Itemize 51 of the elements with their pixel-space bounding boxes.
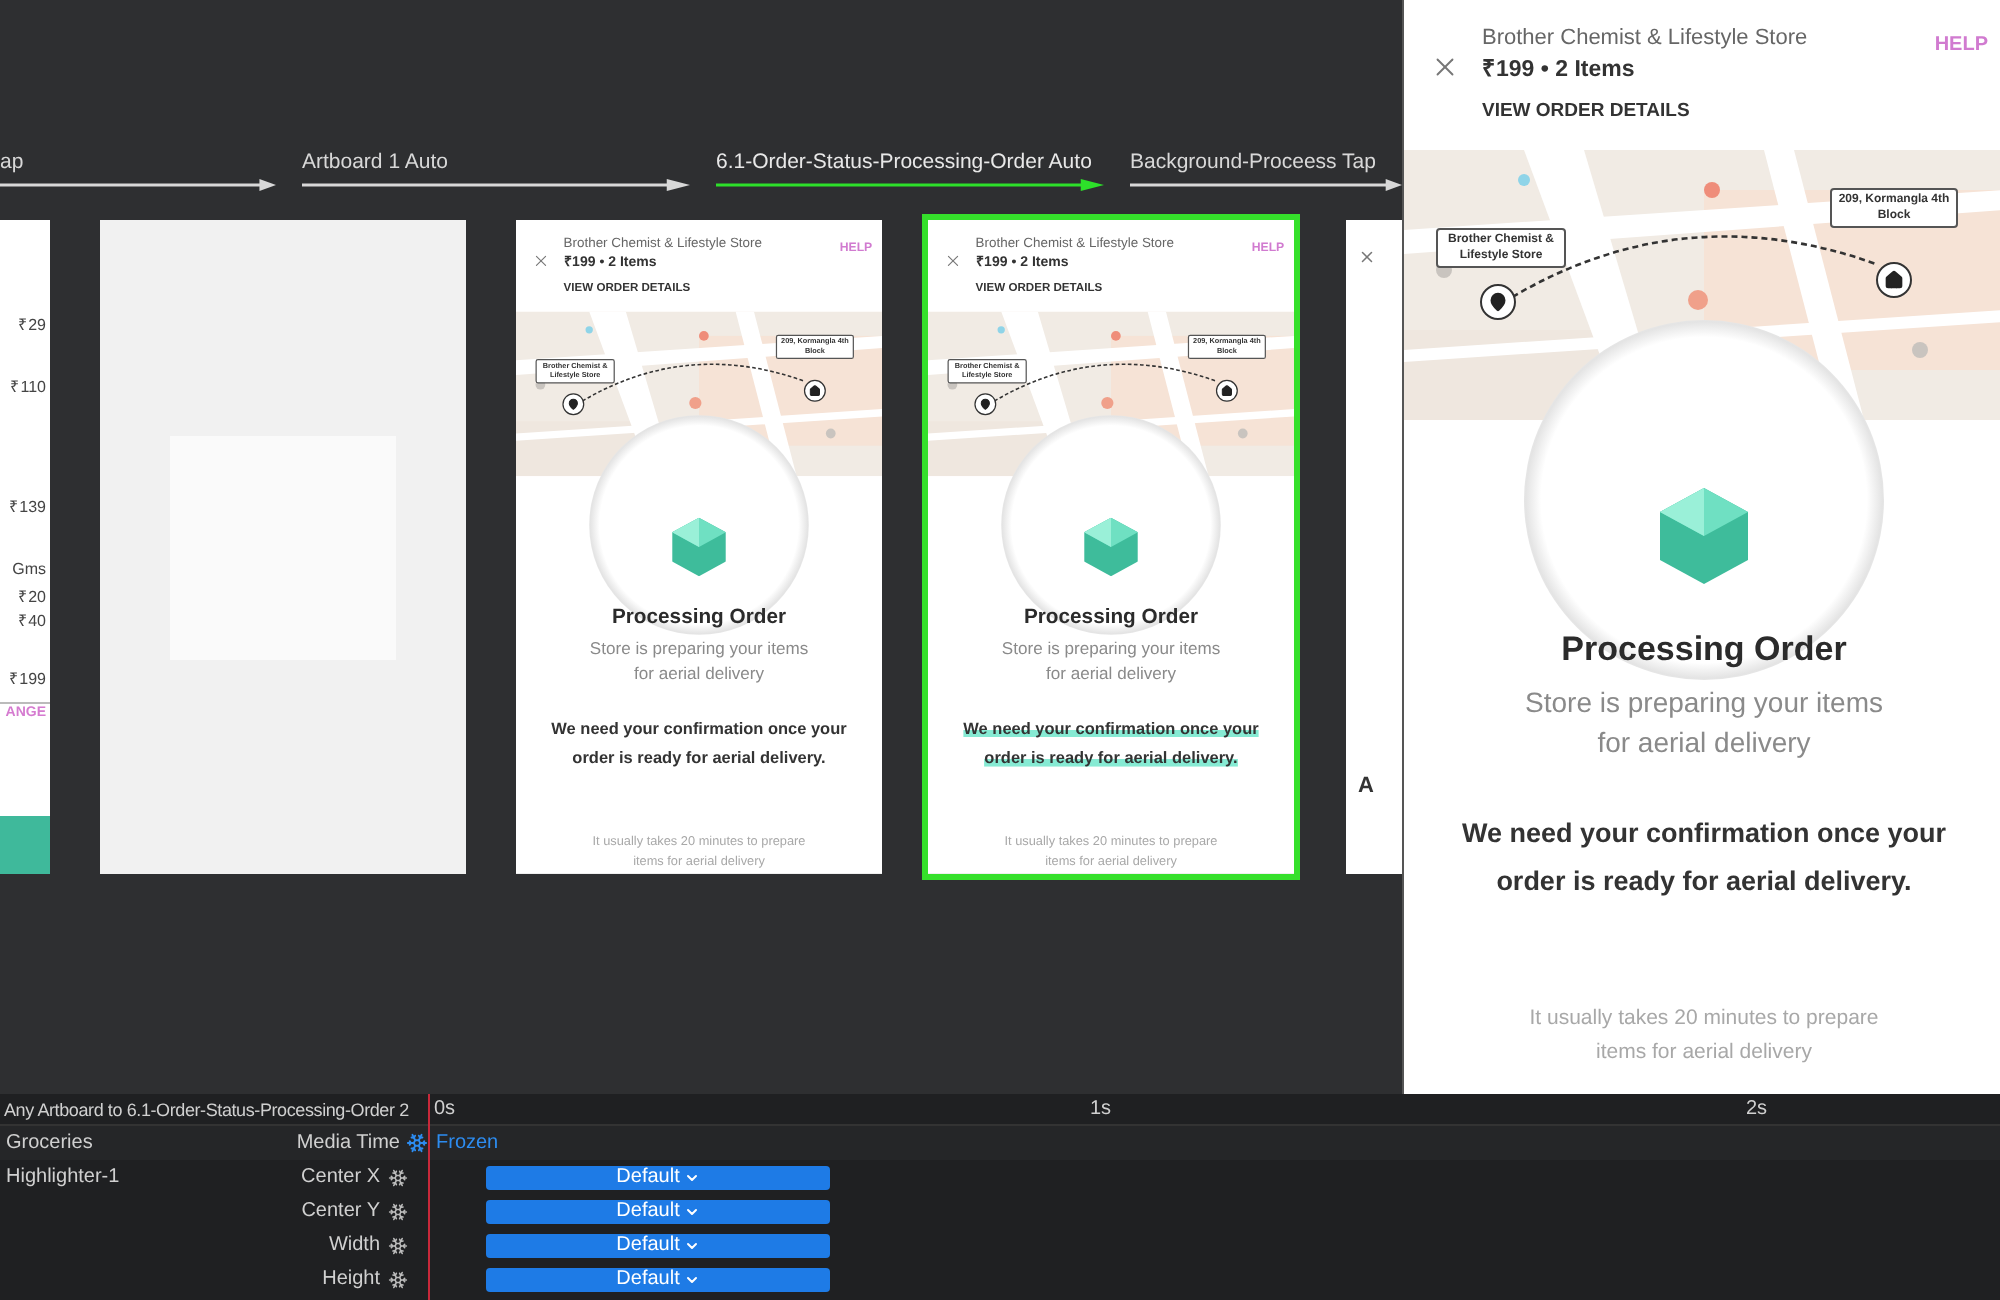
time-tick: 2s xyxy=(1746,1098,1768,1122)
animation-bar[interactable]: Default xyxy=(486,1267,830,1291)
cube-icon xyxy=(672,517,726,577)
animation-bar[interactable]: Default xyxy=(486,1199,830,1223)
help-link[interactable]: HELP xyxy=(1934,30,1988,60)
price-text: ₹110 xyxy=(10,378,48,398)
time-tick: 0s xyxy=(434,1098,456,1122)
property-label: Center Y xyxy=(301,1198,380,1226)
price-text: Gms xyxy=(12,560,48,580)
status-title: Processing Order xyxy=(1023,602,1198,632)
time-tick: 1s xyxy=(1090,1098,1112,1122)
animation-bar[interactable]: Default xyxy=(486,1165,830,1189)
view-order-details-link[interactable]: VIEW ORDER DETAILS xyxy=(1482,98,1690,127)
store-name: Brother Chemist & Lifestyle Store xyxy=(1482,24,1808,54)
media-time-label: Media Time xyxy=(296,1130,400,1158)
transition-title: Any Artboard to 6.1-Order-Status-Processing-Order 2 xyxy=(2,1098,411,1124)
checkout-bar[interactable] xyxy=(0,816,50,874)
property-label: Center X xyxy=(301,1164,380,1192)
status-subtitle: Store is preparing your items for aerial delivery xyxy=(999,635,1223,685)
group-name: Groceries xyxy=(4,1130,93,1158)
price-text: ₹199 xyxy=(9,670,48,690)
snowflake-icon[interactable] xyxy=(388,1235,408,1255)
cube-icon xyxy=(1660,488,1748,584)
price-text: ₹29 xyxy=(18,316,48,336)
close-icon[interactable] xyxy=(1358,248,1376,266)
cube-icon xyxy=(1084,517,1138,577)
snowflake-icon[interactable] xyxy=(388,1167,408,1187)
snowflake-icon[interactable] xyxy=(388,1269,408,1289)
layer-name: Highlighter-1 xyxy=(4,1164,120,1192)
delivery-note: It usually takes 20 minutes to prepare items for aerial delivery xyxy=(1527,1003,1881,1067)
transition-connector[interactable]: ap xyxy=(0,150,276,192)
status-subtitle: Store is preparing your items for aerial delivery xyxy=(1523,683,1885,761)
price-text: ₹20 xyxy=(18,588,48,608)
animation-bar[interactable]: Default xyxy=(486,1233,830,1257)
snowflake-icon[interactable] xyxy=(406,1132,428,1154)
price-text: ₹40 xyxy=(18,612,48,632)
property-label: Width xyxy=(328,1232,380,1260)
status-title: Processing Order xyxy=(611,602,786,632)
property-label: Height xyxy=(322,1266,380,1294)
status-subtitle: Store is preparing your items for aerial delivery xyxy=(587,635,811,685)
confirmation-text: We need your confirmation once your order is ready for aerial delivery. xyxy=(549,716,849,771)
screen-text: A xyxy=(1358,772,1374,802)
snowflake-icon[interactable] xyxy=(388,1201,408,1221)
order-summary: ₹199 • 2 Items xyxy=(1482,56,1635,86)
frozen-label[interactable]: Frozen xyxy=(428,1128,499,1158)
transition-connector[interactable]: Artboard 1 Auto xyxy=(294,150,690,192)
confirmation-text: We need your confirmation once your order is ready for aerial delivery. xyxy=(1459,815,1949,900)
transition-connector[interactable]: Background-Proceess Tap xyxy=(1122,150,1402,192)
status-title: Processing Order xyxy=(1561,628,1847,672)
transition-connector[interactable]: 6.1-Order-Status-Processing-Order Auto xyxy=(708,150,1104,192)
price-text: ₹139 xyxy=(9,498,48,518)
